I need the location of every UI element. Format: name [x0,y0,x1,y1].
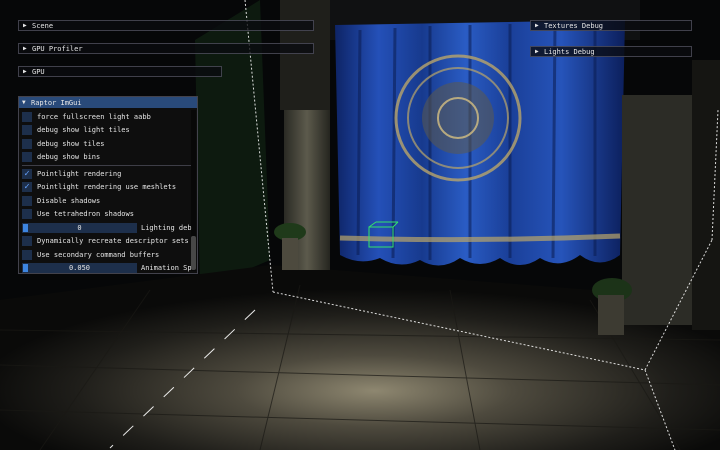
textures-debug-window-title: Textures Debug [544,21,604,30]
textures-debug-window-header[interactable]: ▶ Textures Debug [530,20,692,31]
lighting-debug-slider-row[interactable]: 0 Lighting deb [22,221,197,235]
checkbox-pointlight-rendering[interactable]: ✓ [22,168,32,179]
checkbox-row-use-tetrahedron-shadows[interactable]: Use tetrahedron shadows [22,208,197,222]
lighting-debug-slider[interactable]: 0 [22,222,137,233]
raptor-imgui-title: Raptor ImGui [31,98,82,107]
checkbox-use-tetrahedron-shadows[interactable] [22,209,32,220]
checkbox-row-debug-show-tiles[interactable]: debug show tiles [22,137,197,151]
checkmark-icon: ✓ [24,182,30,193]
animation-speed-slider-row[interactable]: 0.050 Animation Sp [22,262,197,273]
expand-arrow-icon: ▼ [22,99,26,106]
gpu-window-title: GPU [32,67,45,76]
checkbox-dynamically-recreate-descriptor-sets[interactable] [22,236,32,247]
collapse-arrow-icon: ▶ [23,22,27,29]
checkbox-row-disable-shadows[interactable]: Disable shadows [22,194,197,208]
collapse-arrow-icon: ▶ [535,48,539,55]
gpu-profiler-window-header[interactable]: ▶ GPU Profiler [18,43,314,54]
checkbox-row-pointlight-rendering-use-meshlets[interactable]: ✓ Pointlight rendering use meshlets [22,181,197,195]
raptor-imgui-title-bar[interactable]: ▼ Raptor ImGui [19,97,197,108]
checkbox-row-use-secondary-command-buffers[interactable]: Use secondary command buffers [22,248,197,262]
checkbox-label: debug show light tiles [37,126,130,135]
checkbox-row-debug-show-light-tiles[interactable]: debug show light tiles [22,124,197,138]
checkbox-row-dynamically-recreate-descriptor-sets[interactable]: Dynamically recreate descriptor sets [22,235,197,249]
checkbox-label: Use secondary command buffers [37,250,160,259]
checkbox-label: Disable shadows [37,196,101,205]
checkbox-label: Dynamically recreate descriptor sets [37,237,189,246]
animation-speed-value: 0.050 [68,264,91,273]
raptor-imgui-body: force fullscreen light aabb debug show li… [19,108,197,273]
checkbox-debug-show-tiles[interactable] [22,138,32,149]
checkbox-debug-show-light-tiles[interactable] [22,125,32,136]
scrollbar-grab[interactable] [191,236,196,270]
lighting-debug-label: Lighting deb [141,223,192,232]
checkbox-pointlight-rendering-use-meshlets[interactable]: ✓ [22,182,32,193]
checkbox-label: debug show tiles [37,139,105,148]
checkbox-label: debug show bins [37,153,101,162]
checkbox-debug-show-bins[interactable] [22,152,32,163]
collapse-arrow-icon: ▶ [23,68,27,75]
raptor-imgui-window: ▼ Raptor ImGui force fullscreen light aa… [18,96,198,274]
checkbox-use-secondary-command-buffers[interactable] [22,249,32,260]
checkbox-force-fullscreen-light-aabb[interactable] [22,111,32,122]
gpu-window-header[interactable]: ▶ GPU [18,66,222,77]
checkbox-label: Pointlight rendering [37,169,122,178]
scene-window-header[interactable]: ▶ Scene [18,20,314,31]
lights-debug-window-title: Lights Debug [544,47,595,56]
checkbox-label: force fullscreen light aabb [37,112,151,121]
animation-speed-slider[interactable]: 0.050 [22,263,137,273]
lights-debug-window-header[interactable]: ▶ Lights Debug [530,46,692,57]
checkbox-disable-shadows[interactable] [22,195,32,206]
separator [22,165,191,166]
lighting-debug-value: 0 [77,223,82,232]
checkbox-row-pointlight-rendering[interactable]: ✓ Pointlight rendering [22,167,197,181]
checkbox-row-force-fullscreen-light-aabb[interactable]: force fullscreen light aabb [22,110,197,124]
checkbox-label: Use tetrahedron shadows [37,210,134,219]
collapse-arrow-icon: ▶ [23,45,27,52]
checkbox-label: Pointlight rendering use meshlets [37,183,177,192]
panel-scrollbar[interactable] [191,110,196,271]
checkmark-icon: ✓ [24,168,30,179]
gpu-profiler-window-title: GPU Profiler [32,44,83,53]
checkbox-row-debug-show-bins[interactable]: debug show bins [22,151,197,165]
animation-speed-label: Animation Sp [141,264,192,273]
scene-window-title: Scene [32,21,54,30]
collapse-arrow-icon: ▶ [535,22,539,29]
